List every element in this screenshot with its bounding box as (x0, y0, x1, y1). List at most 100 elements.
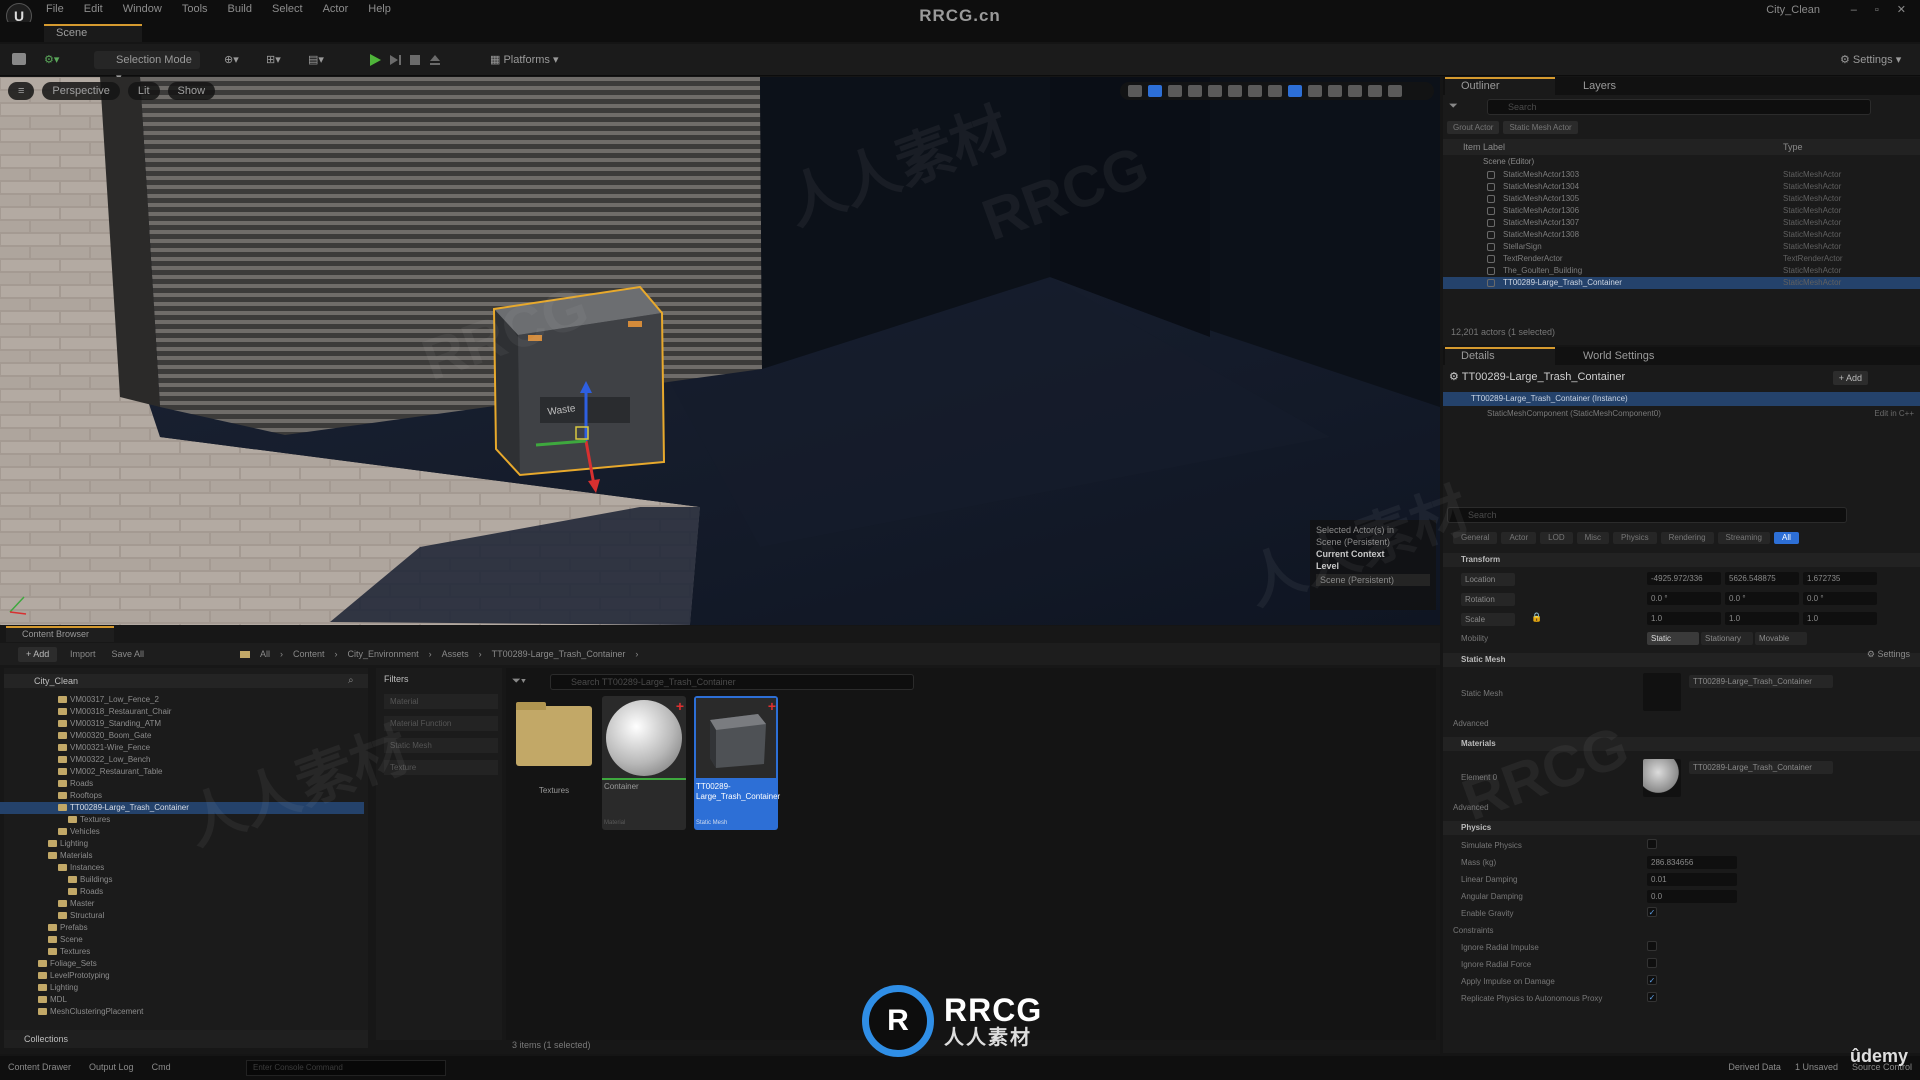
static-mesh-dropdown[interactable]: TT00289-Large_Trash_Container (1689, 675, 1833, 688)
folder-tree-item[interactable]: Lighting (0, 982, 364, 994)
asset-trash-container-mesh[interactable]: + TT00289-Large_Trash_Container Static M… (694, 696, 780, 830)
save-all-button[interactable]: Save All (112, 649, 145, 659)
section-physics[interactable]: Physics (1443, 821, 1920, 835)
tab-world-settings[interactable]: World Settings (1567, 347, 1697, 365)
physics-field[interactable]: 0.0 (1647, 890, 1737, 903)
breadcrumb-item[interactable]: All (260, 649, 270, 659)
surface-snap-icon[interactable] (1228, 85, 1242, 97)
rotation-x-field[interactable]: 0.0 ° (1647, 592, 1721, 605)
content-drawer-button[interactable]: Content Drawer (8, 1062, 71, 1072)
cmd-dropdown[interactable]: Cmd (152, 1062, 171, 1072)
maximize-button[interactable]: ▫ (1875, 4, 1879, 16)
cinematics-icon[interactable]: ▤▾ (308, 51, 324, 69)
col-type[interactable]: Type (1783, 139, 1803, 155)
outliner-row[interactable]: StaticMeshActor1307 StaticMeshActor (1443, 217, 1920, 229)
folder-tree-item[interactable]: Textures (0, 946, 364, 958)
asset-textures-folder[interactable]: Textures (512, 696, 596, 830)
outliner-row[interactable]: StaticMeshActor1308 StaticMeshActor (1443, 229, 1920, 241)
category-tab-general[interactable]: General (1453, 532, 1498, 544)
category-tab-physics[interactable]: Physics (1613, 532, 1657, 544)
grid-snap-icon[interactable] (1248, 85, 1262, 97)
component-root-row[interactable]: TT00289-Large_Trash_Container (Instance) (1443, 392, 1920, 406)
level-tab[interactable]: Scene (44, 24, 142, 42)
details-search-input[interactable]: Search (1447, 507, 1847, 523)
folder-tree-item[interactable]: Roads (0, 886, 364, 898)
add-component-button[interactable]: + Add (1832, 371, 1868, 385)
scale-y-field[interactable]: 1.0 (1725, 612, 1799, 625)
location-label[interactable]: Location (1461, 573, 1515, 586)
asset-container-material[interactable]: + Container Material (602, 696, 686, 830)
scale-tool-icon[interactable] (1188, 85, 1202, 97)
folder-tree-item[interactable]: Structural (0, 910, 364, 922)
outliner-row[interactable]: StaticMeshActor1306 StaticMeshActor (1443, 205, 1920, 217)
cb-add-button[interactable]: + Add (18, 647, 58, 662)
folder-tree-item[interactable]: VM00320_Boom_Gate (0, 730, 364, 742)
filter-icon[interactable]: ⏷ (1449, 100, 1458, 113)
blueprint-icon[interactable]: ⊞▾ (266, 51, 281, 69)
section-materials[interactable]: Materials (1443, 737, 1920, 751)
world-local-icon[interactable] (1208, 85, 1222, 97)
minimize-button[interactable]: – (1851, 4, 1857, 16)
tab-details[interactable]: Details (1445, 347, 1555, 365)
selection-mode-dropdown[interactable]: Selection Mode ▾ (94, 51, 200, 84)
folder-tree-item[interactable]: VM00321-Wire_Fence (0, 742, 364, 754)
material-thumbnail[interactable] (1643, 759, 1681, 797)
folder-tree-item[interactable]: Buildings (0, 874, 364, 886)
folder-tree-item[interactable]: Materials (0, 850, 364, 862)
rotate-tool-icon[interactable] (1168, 85, 1182, 97)
edit-in-cpp-link[interactable]: Edit in C++ (1874, 407, 1914, 420)
outliner-row[interactable]: The_Goulten_Building StaticMeshActor (1443, 265, 1920, 277)
category-tab-misc[interactable]: Misc (1576, 532, 1610, 544)
folder-tree-item[interactable]: Instances (0, 862, 364, 874)
physics-checkbox[interactable] (1647, 958, 1657, 968)
viewport-options-button[interactable]: ≡ (8, 82, 35, 100)
outliner-root[interactable]: Scene (Editor) (1483, 157, 1534, 166)
lit-button[interactable]: Lit (127, 82, 160, 100)
source-control-icon[interactable]: ⚙▾ (44, 51, 59, 69)
mobility-movable[interactable]: Movable (1755, 632, 1807, 645)
maximize-viewport-icon[interactable] (1388, 85, 1402, 97)
folder-tree-item[interactable]: Textures (0, 814, 364, 826)
physics-prop-label[interactable]: Constraints (1453, 926, 1493, 935)
platforms-dropdown[interactable]: ▦ Platforms ▾ (490, 51, 559, 69)
play-icon[interactable] (368, 53, 382, 67)
location-y-field[interactable]: 5626.548875 (1725, 572, 1799, 585)
grid-size-icon[interactable] (1268, 85, 1282, 97)
physics-checkbox[interactable] (1647, 839, 1657, 849)
physics-checkbox[interactable]: ✓ (1647, 992, 1657, 1002)
console-input[interactable]: Enter Console Command (246, 1060, 446, 1076)
filter-item[interactable]: Material (384, 694, 498, 709)
category-tab-streaming[interactable]: Streaming (1717, 532, 1770, 544)
physics-checkbox[interactable]: ✓ (1647, 907, 1657, 917)
scale-lock-icon[interactable]: 🔒 (1531, 612, 1542, 623)
context-level-dropdown[interactable]: Scene (Persistent) (1316, 574, 1430, 586)
folder-tree-item[interactable]: VM00318_Restaurant_Chair (0, 706, 364, 718)
folder-tree-item[interactable]: Rooftops (0, 790, 364, 802)
folder-tree-item[interactable]: Prefabs (0, 922, 364, 934)
static-mesh-thumbnail[interactable] (1643, 673, 1681, 711)
folder-tree-item[interactable]: MDL (0, 994, 364, 1006)
breadcrumb-item[interactable]: Content (293, 649, 325, 659)
mobility-stationary[interactable]: Stationary (1701, 632, 1753, 645)
breadcrumb-item[interactable]: Assets (442, 649, 469, 659)
static-mesh-advanced[interactable]: Advanced (1453, 719, 1489, 728)
asset-filter-icon[interactable]: ⏷▾ (512, 675, 526, 688)
perspective-button[interactable]: Perspective (42, 82, 120, 100)
physics-field[interactable]: 286.834656 (1647, 856, 1737, 869)
materials-advanced[interactable]: Advanced (1453, 803, 1489, 812)
tab-layers[interactable]: Layers (1567, 77, 1657, 95)
rotation-angle-icon[interactable] (1308, 85, 1322, 97)
folder-tree-item[interactable]: VM00319_Standing_ATM (0, 718, 364, 730)
sources-search-icon[interactable]: ⌕ (348, 675, 354, 686)
rotation-label[interactable]: Rotation (1461, 593, 1515, 606)
outliner-row[interactable]: StaticMeshActor1304 StaticMeshActor (1443, 181, 1920, 193)
collections-header[interactable]: Collections (4, 1030, 368, 1048)
eject-icon[interactable] (428, 53, 442, 67)
folder-tree-item[interactable]: LevelPrototyping (0, 970, 364, 982)
sources-root[interactable]: City_Clean (4, 674, 368, 688)
scale-z-field[interactable]: 1.0 (1803, 612, 1877, 625)
level-viewport[interactable]: Waste (0, 77, 1440, 625)
mobility-static[interactable]: Static (1647, 632, 1699, 645)
rotation-y-field[interactable]: 0.0 ° (1725, 592, 1799, 605)
folder-tree-item[interactable]: MeshClusteringPlacement (0, 1006, 364, 1018)
